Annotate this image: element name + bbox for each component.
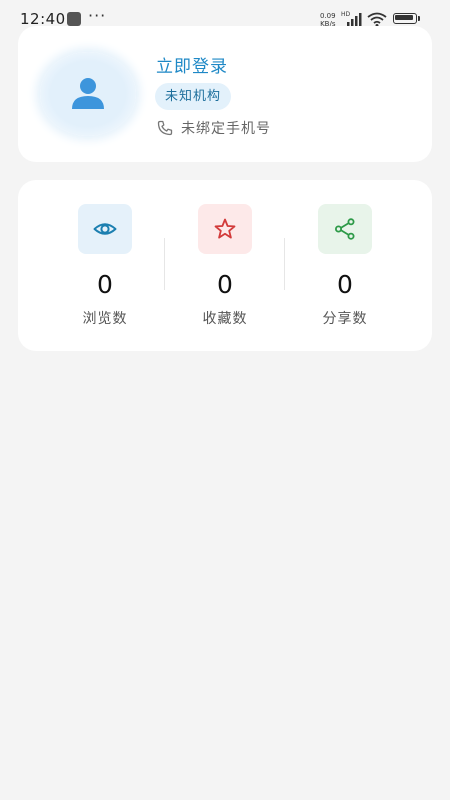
stat-shares-label: 分享数 <box>322 311 368 327</box>
phone-status-text: 未绑定手机号 <box>181 121 271 137</box>
stat-favorites[interactable]: 0 收藏数 <box>165 204 285 334</box>
stat-views-value: 0 <box>97 270 113 299</box>
org-badge: 未知机构 <box>155 83 232 110</box>
stats-card: 0 浏览数 0 收藏数 0 分享数 <box>18 180 432 351</box>
stat-views-label: 浏览数 <box>82 311 128 327</box>
stat-shares-icon-box <box>318 204 372 254</box>
login-link[interactable]: 立即登录 <box>156 52 228 77</box>
more-notifications-icon: ··· <box>88 6 107 25</box>
stat-shares[interactable]: 0 分享数 <box>285 204 405 334</box>
profile-card: 立即登录 未知机构 未绑定手机号 <box>18 26 432 162</box>
network-speed-value: 0.09 <box>320 12 336 20</box>
stat-favorites-value: 0 <box>217 270 233 299</box>
user-icon <box>72 78 104 109</box>
share-icon <box>335 218 355 240</box>
signal-icon <box>347 13 362 26</box>
phone-icon <box>157 120 173 136</box>
avatar[interactable] <box>40 52 136 136</box>
battery-icon <box>393 13 423 26</box>
stat-favorites-label: 收藏数 <box>202 311 248 327</box>
stat-shares-value: 0 <box>337 270 353 299</box>
stat-favorites-icon-box <box>198 204 252 254</box>
stat-views-icon-box <box>78 204 132 254</box>
notification-app-icon <box>67 12 81 26</box>
stat-views[interactable]: 0 浏览数 <box>45 204 165 334</box>
eye-icon <box>93 223 117 235</box>
star-icon <box>214 218 236 239</box>
